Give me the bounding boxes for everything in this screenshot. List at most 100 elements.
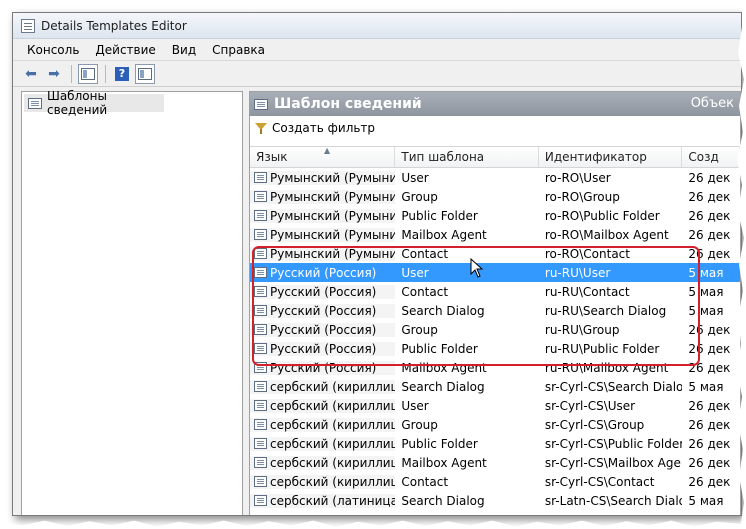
cell-language: Русский (Россия) — [250, 265, 396, 280]
results-pane: Шаблон сведений Объек Создать фильтр ▲ Я… — [249, 91, 741, 515]
cell-language: Русский (Россия) — [250, 303, 396, 318]
sort-ascending-icon: ▲ — [324, 146, 331, 155]
table-row[interactable]: сербский (латиница... Search Dialog sr-Lat… — [250, 491, 740, 510]
cell-identifier: sr-Latn-CS\Search Dialog — [544, 493, 683, 508]
cell-identifier: sr-Cyrl-CS\Search Dialog — [544, 379, 683, 394]
templates-grid: ▲ Язык Тип шаблона Идентификатор Созд Ру… — [250, 146, 740, 510]
cell-created: 26 дек — [688, 398, 731, 413]
column-header-identifier[interactable]: Идентификатор — [539, 147, 683, 167]
template-icon — [254, 381, 267, 392]
table-row[interactable]: Румынский (Румыния) Group ro-RO\Group 26 де… — [250, 187, 740, 206]
table-row[interactable]: сербский (кириллиц... Group sr-Cyrl-CS\Gro… — [250, 415, 740, 434]
template-icon — [254, 457, 267, 468]
help-icon: ? — [115, 66, 129, 81]
cell-language: Русский (Россия) — [250, 341, 396, 356]
cell-created: 26 дек — [688, 246, 731, 261]
menu-console[interactable]: Консоль — [19, 41, 87, 59]
menu-bar: Консоль Действие Вид Справка — [13, 39, 741, 61]
cell-identifier: sr-Cyrl-CS\User — [544, 398, 636, 413]
show-hide-tree-button[interactable] — [78, 63, 98, 84]
table-row[interactable]: Румынский (Румыния) Mailbox Agent ro-RO\Ma… — [250, 225, 740, 244]
templates-icon — [254, 98, 268, 110]
template-icon — [254, 286, 267, 297]
menu-help[interactable]: Справка — [204, 41, 273, 59]
cell-created: 26 дек — [688, 417, 731, 432]
column-header-created[interactable]: Созд — [682, 147, 740, 167]
cell-created: 26 дек — [688, 436, 731, 451]
cell-created: 26 дек — [688, 341, 731, 356]
template-icon — [254, 172, 267, 183]
cell-language: сербский (кириллиц... — [250, 417, 396, 432]
back-button[interactable]: ⬅ — [21, 64, 41, 84]
cell-identifier: ru-RU\Group — [544, 322, 620, 337]
cell-template-type: Mailbox Agent — [401, 360, 487, 375]
toolbar: ⬅ ➡ ? — [13, 61, 741, 87]
title-bar: Details Templates Editor — [13, 13, 741, 39]
cell-created: 26 дек — [688, 474, 731, 489]
cell-identifier: ro-RO\Public Folder — [544, 208, 660, 223]
cell-template-type: Contact — [401, 246, 449, 261]
cell-language: Русский (Россия) — [250, 322, 396, 337]
table-row[interactable]: Русский (Россия) Search Dialog ru-RU\Searc… — [250, 301, 740, 320]
cell-template-type: Group — [401, 417, 438, 432]
cell-identifier: ro-RO\Group — [544, 189, 620, 204]
cell-created: 26 дек — [688, 227, 731, 242]
table-row[interactable]: Русский (Россия) User ru-RU\User 5 мая — [250, 263, 740, 282]
create-filter-link[interactable]: Создать фильтр — [272, 121, 375, 135]
table-row[interactable]: сербский (кириллиц... User sr-Cyrl-CS\User… — [250, 396, 740, 415]
cell-language: сербский (латиница... — [250, 493, 396, 508]
cell-template-type: Search Dialog — [401, 303, 485, 318]
cell-created: 26 дек — [688, 170, 731, 185]
table-row[interactable]: Русский (Россия) Public Folder ru-RU\Publi… — [250, 339, 740, 358]
cell-language: сербский (кириллиц... — [250, 436, 396, 451]
cell-template-type: Mailbox Agent — [401, 227, 487, 242]
table-row[interactable]: Русский (Россия) Group ru-RU\Group 26 дек — [250, 320, 740, 339]
cell-template-type: User — [401, 170, 429, 185]
show-hide-action-pane-button[interactable] — [135, 63, 155, 84]
table-row[interactable]: Русский (Россия) Mailbox Agent ru-RU\Mailb… — [250, 358, 740, 377]
console-tree-icon — [81, 67, 95, 80]
toolbar-separator — [71, 64, 72, 83]
forward-button[interactable]: ➡ — [44, 64, 64, 84]
cell-created: 5 мая — [688, 265, 724, 280]
table-row[interactable]: Русский (Россия) Contact ru-RU\Contact 5 ма… — [250, 282, 740, 301]
cell-created: 5 мая — [688, 284, 724, 299]
table-row[interactable]: сербский (кириллиц... Search Dialog sr-Cyr… — [250, 377, 740, 396]
template-icon — [254, 438, 267, 449]
tree-node-details-templates[interactable]: Шаблоны сведений — [24, 89, 164, 117]
cell-created: 26 дек — [688, 455, 731, 470]
menu-action[interactable]: Действие — [87, 41, 163, 59]
column-header-template-type[interactable]: Тип шаблона — [395, 147, 539, 167]
cell-template-type: Mailbox Agent — [401, 455, 487, 470]
table-row[interactable]: сербский (кириллиц... Public Folder sr-Cyr… — [250, 434, 740, 453]
cell-language: сербский (кириллиц... — [250, 398, 396, 413]
window-title: Details Templates Editor — [41, 18, 187, 33]
grid-header: ▲ Язык Тип шаблона Идентификатор Созд — [250, 146, 740, 168]
table-row[interactable]: сербский (кириллиц... Mailbox Agent sr-Cyr… — [250, 453, 740, 472]
templates-icon — [28, 97, 42, 109]
cell-template-type: Public Folder — [401, 436, 478, 451]
cell-template-type: Contact — [401, 284, 449, 299]
cell-template-type: Search Dialog — [401, 493, 485, 508]
menu-view[interactable]: Вид — [164, 41, 204, 59]
app-window: Details Templates Editor Консоль Действи… — [12, 12, 742, 516]
forward-arrow-icon: ➡ — [48, 65, 60, 82]
cell-identifier: sr-Cyrl-CS\Mailbox Agent — [544, 455, 683, 470]
filter-icon — [254, 121, 268, 135]
table-row[interactable]: Румынский (Румыния) Public Folder ro-RO\Pu… — [250, 206, 740, 225]
help-button[interactable]: ? — [112, 64, 132, 84]
template-icon — [254, 305, 267, 316]
column-header-language[interactable]: ▲ Язык — [250, 146, 396, 167]
cell-identifier: ro-RO\User — [544, 170, 611, 185]
cell-created: 26 дек — [688, 189, 731, 204]
cell-template-type: User — [401, 398, 429, 413]
toolbar-separator — [105, 64, 106, 83]
cell-identifier: sr-Cyrl-CS\Public Folder — [544, 436, 683, 451]
cell-template-type: Group — [401, 189, 438, 204]
pane-header: Шаблон сведений Объек — [250, 92, 740, 116]
table-row[interactable]: Румынский (Румыния) User ro-RO\User 26 дек — [250, 168, 740, 187]
table-row[interactable]: сербский (кириллиц... Contact sr-Cyrl-CS\C… — [250, 472, 740, 491]
console-tree: Шаблоны сведений — [21, 89, 243, 515]
cell-identifier: ru-RU\Mailbox Agent — [544, 360, 669, 375]
table-row[interactable]: Румынский (Румыния) Contact ro-RO\Contact 2… — [250, 244, 740, 263]
